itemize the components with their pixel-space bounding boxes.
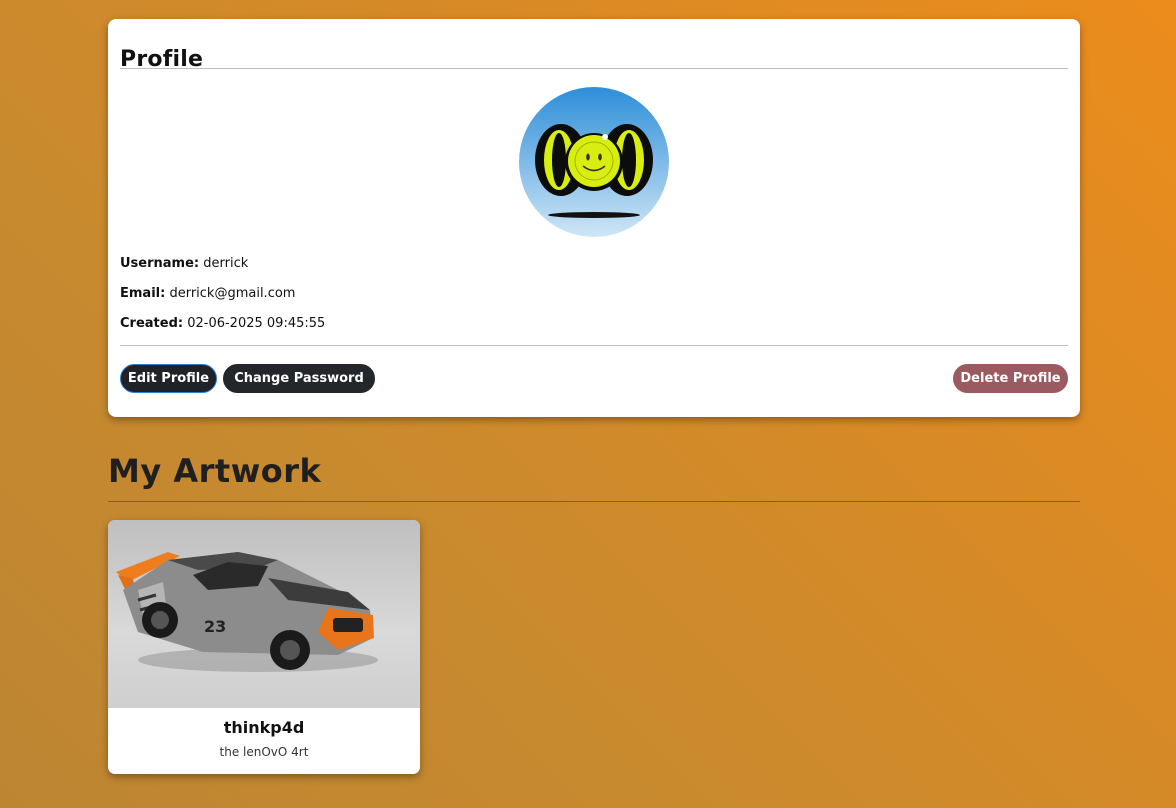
created-value: 02-06-2025 09:45:55: [187, 316, 326, 331]
delete-profile-button[interactable]: Delete Profile: [953, 364, 1068, 393]
smiley-sphere-icon: [519, 87, 669, 237]
email-value: derrick@gmail.com: [169, 286, 296, 301]
svg-text:23: 23: [204, 617, 226, 636]
profile-divider-bottom: [120, 345, 1068, 346]
artwork-subtitle: the lenOvO 4rt: [219, 745, 309, 759]
username-label: Username:: [120, 256, 200, 271]
artwork-title: thinkp4d: [223, 718, 305, 737]
race-car-image-icon: 23: [108, 520, 420, 708]
profile-divider-top: [120, 68, 1068, 69]
username-line: Username: derrick: [120, 256, 248, 271]
artwork-image[interactable]: 23: [108, 520, 420, 708]
change-password-button[interactable]: Change Password: [223, 364, 375, 393]
profile-card: Profile Username: derrick Email: derrick…: [108, 19, 1080, 417]
artwork-card[interactable]: 23 thinkp4d the lenOvO 4rt: [108, 520, 420, 774]
artwork-divider: [108, 501, 1080, 502]
username-value: derrick: [203, 256, 249, 271]
created-line: Created: 02-06-2025 09:45:55: [120, 316, 325, 331]
artwork-heading: My Artwork: [108, 452, 322, 490]
avatar: [519, 87, 669, 237]
email-line: Email: derrick@gmail.com: [120, 286, 295, 301]
created-label: Created:: [120, 316, 184, 331]
email-label: Email:: [120, 286, 166, 301]
edit-profile-button[interactable]: Edit Profile: [120, 364, 217, 393]
